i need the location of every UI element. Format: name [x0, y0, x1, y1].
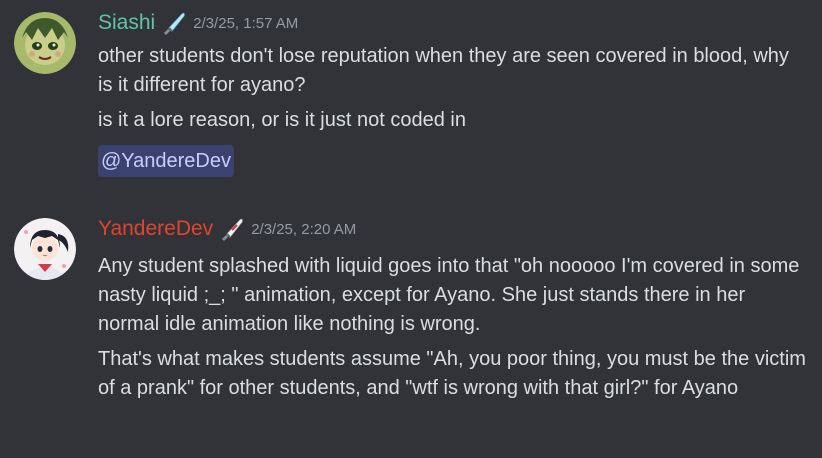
avatar[interactable]: [14, 218, 76, 280]
knife-icon: [161, 10, 187, 36]
timestamp: 2/3/25, 1:57 AM: [193, 14, 299, 32]
message-content: other students don't lose reputation whe…: [98, 42, 808, 177]
message-text: That's what makes students assume "Ah, y…: [98, 348, 806, 399]
message-header: Siashi 2/3/25, 1:57 AM: [98, 8, 298, 38]
message-text: Any student splashed with liquid goes in…: [98, 255, 800, 335]
avatar-yanderedev-image: [14, 218, 76, 280]
message-text: is it a lore reason, or is it just not c…: [98, 109, 466, 131]
username[interactable]: YandereDev: [98, 217, 213, 241]
message-header: YandereDev 2/3/25, 2:20 AM: [98, 214, 356, 244]
avatar[interactable]: [14, 12, 76, 74]
message-content: Any student splashed with liquid goes in…: [98, 252, 808, 403]
timestamp: 2/3/25, 2:20 AM: [251, 220, 357, 238]
knife-icon: [219, 216, 245, 242]
mention-yanderedev[interactable]: @YandereDev: [98, 145, 234, 177]
avatar-siashi-image: [14, 12, 76, 74]
message-text: other students don't lose reputation whe…: [98, 45, 789, 96]
username[interactable]: Siashi: [98, 11, 155, 35]
